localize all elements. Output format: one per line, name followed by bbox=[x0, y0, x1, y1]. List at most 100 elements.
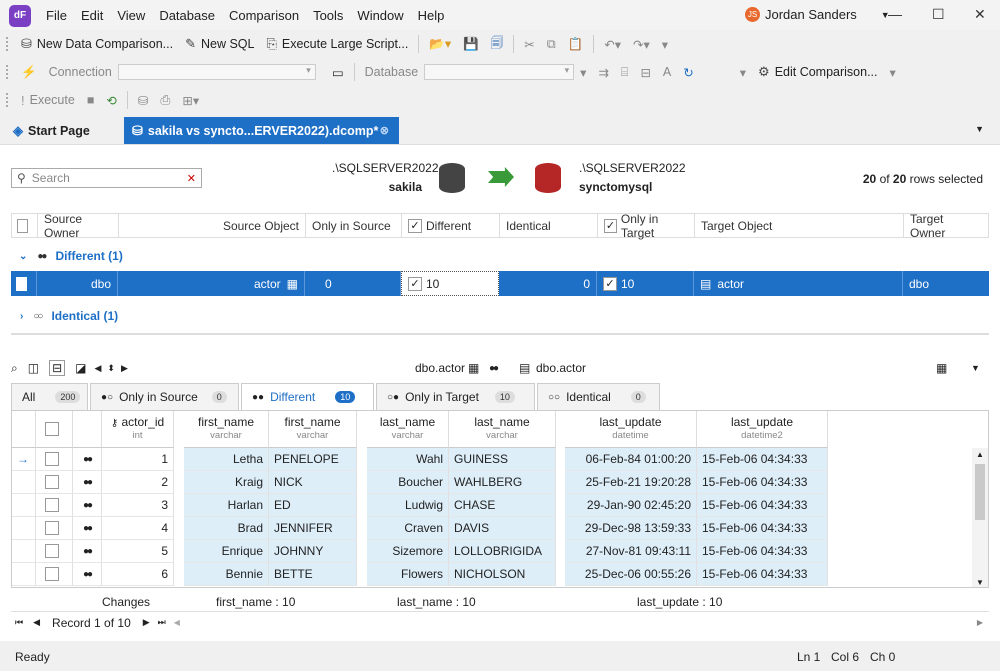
tab-start-page[interactable]: ◈ Start Page bbox=[5, 117, 98, 144]
export-icon[interactable]: ⊞▾ bbox=[176, 88, 205, 112]
menu-comparison[interactable]: Comparison bbox=[222, 8, 306, 23]
prev-icon[interactable]: ◀ bbox=[94, 363, 101, 374]
maximize-icon[interactable]: ☐ bbox=[932, 6, 945, 23]
more-icon[interactable]: ▾ bbox=[884, 60, 902, 84]
copy-icon[interactable]: ⧉ bbox=[541, 32, 562, 56]
row-checkbox-cell[interactable] bbox=[36, 517, 73, 540]
select-all-checkbox[interactable] bbox=[12, 214, 38, 237]
row-checkbox[interactable] bbox=[45, 498, 59, 512]
history-icon[interactable]: ⟲ bbox=[100, 88, 122, 112]
execute-button[interactable]: ! Execute bbox=[15, 88, 81, 112]
save-all-icon[interactable]: 🗐 bbox=[485, 32, 510, 56]
different-checkbox[interactable]: ✓ bbox=[408, 218, 422, 233]
cell-different[interactable]: ✓ 10 bbox=[401, 271, 499, 296]
more-icon[interactable]: ▾ bbox=[574, 60, 592, 84]
col-first-name-source[interactable]: first_name varchar bbox=[184, 411, 269, 448]
close-tab-icon[interactable]: ⊗ bbox=[380, 124, 389, 137]
diagonal-icon[interactable]: ◪ bbox=[75, 361, 86, 375]
row-checkbox[interactable] bbox=[45, 452, 59, 466]
connection-select[interactable] bbox=[117, 64, 316, 80]
scroll-right-icon[interactable]: ▶ bbox=[977, 618, 983, 627]
only-in-target-row-checkbox[interactable]: ✓ bbox=[603, 276, 617, 291]
chevron-right-icon[interactable]: › bbox=[20, 311, 23, 322]
save-icon[interactable]: 💾 bbox=[457, 32, 485, 56]
col-last-name-target[interactable]: last_name varchar bbox=[449, 411, 556, 448]
col-source-object[interactable]: Source Object bbox=[119, 214, 306, 237]
row-checkbox[interactable] bbox=[45, 475, 59, 489]
prev-record-icon[interactable]: ◀ bbox=[33, 617, 40, 628]
different-row-checkbox[interactable]: ✓ bbox=[408, 276, 422, 291]
new-data-comparison-button[interactable]: ⛁ New Data Comparison... bbox=[15, 32, 179, 56]
vertical-scrollbar[interactable]: ▲ ▼ bbox=[972, 448, 988, 587]
tabs-dropdown-icon[interactable]: ▼ bbox=[975, 124, 984, 134]
group-identical[interactable]: › ○○ Identical (1) bbox=[11, 301, 989, 331]
more-icon[interactable]: ▾ bbox=[656, 32, 674, 56]
col-source-owner[interactable]: Source Owner bbox=[38, 212, 119, 240]
tree-view-icon[interactable]: ⊟ bbox=[49, 360, 66, 376]
row-checkbox-cell[interactable] bbox=[36, 448, 73, 471]
cut-icon[interactable]: ✂ bbox=[518, 32, 540, 56]
row-checkbox[interactable] bbox=[45, 544, 59, 558]
menu-help[interactable]: Help bbox=[411, 8, 452, 23]
next-record-icon[interactable]: ▶ bbox=[143, 617, 150, 628]
tab-comparison-document[interactable]: ⛁ sakila vs syncto...ERVER2022).dcomp* ⊗ bbox=[124, 117, 399, 144]
edit-comparison-button[interactable]: ⚙ Edit Comparison... bbox=[752, 60, 883, 84]
tab-different[interactable]: ●● Different 10 bbox=[241, 383, 374, 410]
schema-icon[interactable]: ⊟ bbox=[634, 60, 656, 84]
split-view-icon[interactable]: ◫ bbox=[28, 361, 39, 375]
next-icon[interactable]: ▶ bbox=[121, 363, 128, 374]
table-row[interactable]: ●● 3 Harlan ED Ludwig CHASE 29-Jan-90 02:45:20… bbox=[12, 494, 832, 517]
table-row[interactable]: ●● 2 Kraig NICK Boucher WAHLBERG 25-Feb-21 19:… bbox=[12, 471, 832, 494]
scroll-up-icon[interactable]: ▲ bbox=[976, 450, 984, 459]
query-icon[interactable]: ▭ bbox=[326, 60, 350, 84]
database-select[interactable] bbox=[424, 64, 575, 80]
cell-only-in-target[interactable]: ✓ 10 bbox=[597, 271, 694, 296]
toolbar-grip[interactable] bbox=[6, 37, 9, 51]
col-last-update-target[interactable]: last_update datetime2 bbox=[697, 411, 828, 448]
sync-icon[interactable]: ⌸ bbox=[615, 60, 635, 84]
menu-edit[interactable]: Edit bbox=[74, 8, 110, 23]
checkbox[interactable] bbox=[45, 422, 59, 436]
row-checkbox-cell[interactable] bbox=[36, 540, 73, 563]
col-only-in-target[interactable]: ✓ Only in Target bbox=[598, 212, 695, 240]
stop-icon[interactable]: ■ bbox=[81, 88, 101, 112]
scroll-left-icon[interactable]: ◀ bbox=[174, 618, 180, 627]
search-input[interactable]: ⚲ Search ✕ bbox=[11, 168, 202, 188]
col-target-object[interactable]: Target Object bbox=[695, 214, 904, 237]
filter-icon[interactable]: ⇉ bbox=[592, 60, 614, 84]
minimize-icon[interactable]: — bbox=[888, 6, 902, 22]
clear-search-icon[interactable]: ✕ bbox=[187, 172, 196, 185]
tab-identical[interactable]: ○○ Identical 0 bbox=[537, 383, 660, 410]
chevron-down-icon[interactable]: ▼ bbox=[971, 363, 980, 373]
menu-window[interactable]: Window bbox=[350, 8, 410, 23]
row-checkbox-cell[interactable] bbox=[36, 471, 73, 494]
format-icon[interactable]: A bbox=[657, 60, 677, 84]
more-icon[interactable]: ▾ bbox=[734, 60, 752, 84]
row-checkbox[interactable] bbox=[16, 276, 27, 291]
first-record-icon[interactable]: ⏮ bbox=[15, 617, 23, 628]
col-only-in-source[interactable]: Only in Source bbox=[306, 214, 402, 237]
tab-only-in-target[interactable]: ○● Only in Target 10 bbox=[376, 383, 535, 410]
layout-icon[interactable]: ▦ bbox=[936, 361, 947, 375]
user-account[interactable]: JS Jordan Sanders ▼ bbox=[745, 7, 890, 22]
chevron-down-icon[interactable]: ⌄ bbox=[19, 251, 27, 262]
menu-view[interactable]: View bbox=[110, 8, 152, 23]
new-sql-button[interactable]: ✎ New SQL bbox=[179, 32, 260, 56]
row-checkbox[interactable] bbox=[45, 567, 59, 581]
undo-icon[interactable]: ↶▾ bbox=[598, 32, 627, 56]
menu-database[interactable]: Database bbox=[152, 8, 222, 23]
tab-all[interactable]: All 200 bbox=[11, 383, 88, 410]
up-down-icon[interactable]: ⬍ bbox=[107, 363, 115, 374]
row-checkbox-cell[interactable] bbox=[36, 563, 73, 586]
group-different[interactable]: ⌄ ●● Different (1) bbox=[11, 241, 989, 271]
col-different[interactable]: ✓ Different bbox=[402, 214, 500, 237]
scroll-down-icon[interactable]: ▼ bbox=[976, 578, 984, 587]
close-icon[interactable]: ✕ bbox=[974, 6, 986, 23]
scrollbar-thumb[interactable] bbox=[975, 464, 985, 520]
chart-icon[interactable]: ⛁ bbox=[132, 88, 154, 112]
col-identical[interactable]: Identical bbox=[500, 214, 598, 237]
col-target-owner[interactable]: Target Owner bbox=[904, 212, 986, 240]
table-row[interactable]: ●● 5 Enrique JOHNNY Sizemore LOLLOBRIGIDA 27-N… bbox=[12, 540, 832, 563]
last-record-icon[interactable]: ⏭ bbox=[158, 617, 166, 628]
col-actor-id[interactable]: ⚷ actor_id int bbox=[102, 411, 174, 448]
